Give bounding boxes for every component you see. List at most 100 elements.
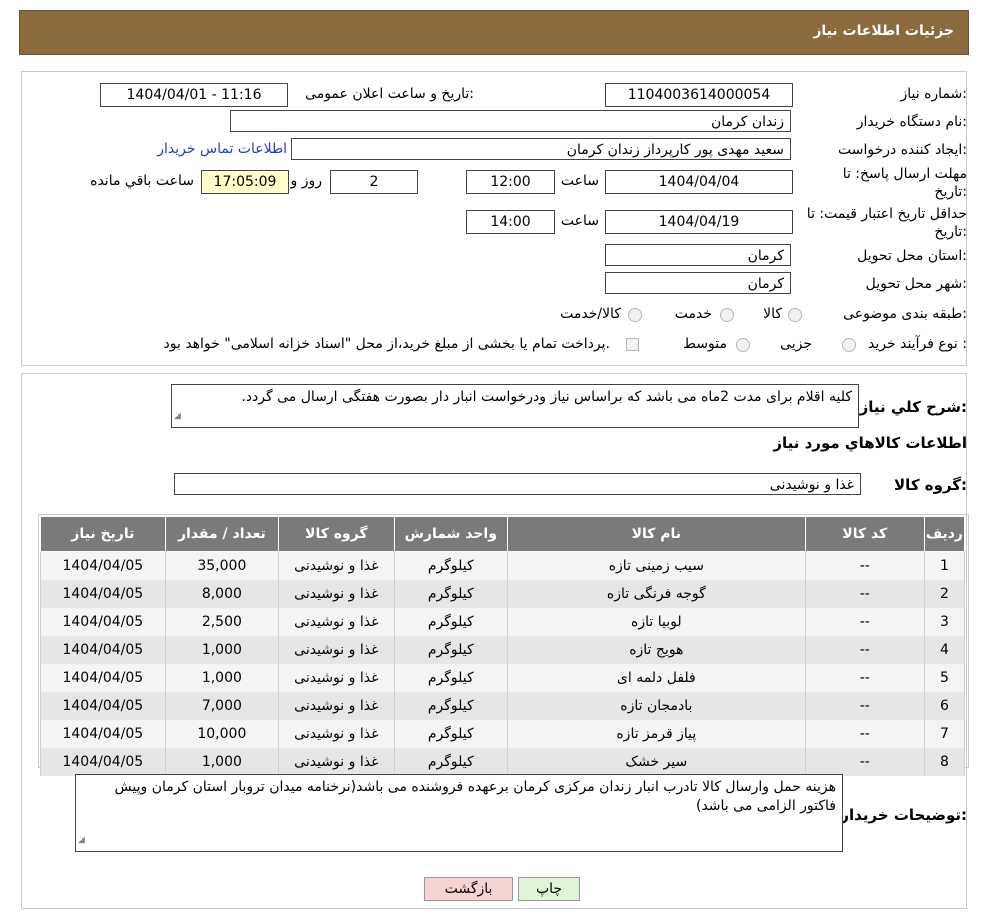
resize-grip-icon[interactable]: ◢	[78, 831, 85, 850]
announce-date-field: 1404/04/01 - 11:16	[100, 83, 288, 107]
item-group: غذا و نوشیدنی	[278, 608, 395, 636]
goods-group-field: غذا و نوشیدنی	[174, 473, 861, 495]
item-need-date: 1404/04/05	[40, 748, 166, 776]
category-goods-radio[interactable]	[788, 308, 802, 322]
item-group: غذا و نوشیدنی	[278, 551, 395, 580]
item-need-date: 1404/04/05	[40, 551, 166, 580]
back-button[interactable]: بازگشت	[424, 877, 513, 901]
item-quantity: 7,000	[164, 692, 280, 720]
buyer-org-field: زندان کرمان	[230, 110, 791, 132]
item-unit: کیلوگرم	[393, 748, 508, 776]
item-code: --	[804, 720, 925, 748]
row-number: 5	[923, 664, 966, 692]
province-field: کرمان	[605, 244, 791, 266]
process-minor-radio[interactable]	[842, 338, 856, 352]
buyer-notes-content: هزینه حمل وارسال کالا تادرب انبار زندان …	[114, 779, 836, 814]
treasury-payment-checkbox[interactable]	[626, 338, 639, 351]
province-label: استان محل تحویل:	[857, 248, 967, 264]
buyer-notes-label: توضیحات خریدار:	[840, 806, 967, 824]
item-unit: کیلوگرم	[393, 636, 508, 664]
price-validity-label: حداقل تاریخ اعتبار قیمت: تا	[806, 206, 967, 222]
days-field: 2	[330, 170, 418, 194]
need-summary-text: کلیه اقلام برای مدت 2ماه می باشد که براس…	[171, 384, 859, 428]
table-row: 6 -- بادمجان تازه کیلوگرم غذا و نوشیدنی …	[40, 692, 966, 720]
table-row: 4 -- هویج تازه کیلوگرم غذا و نوشیدنی 1,0…	[40, 636, 966, 664]
col-header-code: کد کالا	[804, 516, 925, 552]
item-name: سیب زمینی تازه	[506, 551, 806, 580]
item-quantity: 10,000	[164, 720, 280, 748]
item-quantity: 1,000	[164, 664, 280, 692]
items-table: رديف کد کالا نام کالا واحد شمارش گروه کا…	[40, 516, 966, 776]
treasury-payment-note: پرداخت تمام یا بخشی از مبلغ خرید،از محل …	[163, 336, 610, 352]
row-number: 3	[923, 608, 966, 636]
item-name: بادمجان تازه	[506, 692, 806, 720]
item-need-date: 1404/04/05	[40, 692, 166, 720]
item-quantity: 1,000	[164, 748, 280, 776]
resize-grip-icon[interactable]: ◢	[174, 407, 181, 426]
remaining-time-label: ساعت باقي مانده	[90, 173, 194, 189]
item-need-date: 1404/04/05	[40, 580, 166, 608]
validity-time-field: 14:00	[466, 210, 555, 234]
requester-label: ایجاد کننده درخواست:	[838, 142, 967, 158]
city-label: شهر محل تحویل:	[865, 276, 967, 292]
item-code: --	[804, 636, 925, 664]
table-row: 7 -- پیاز قرمز تازه کیلوگرم غذا و نوشیدن…	[40, 720, 966, 748]
item-name: لوبیا تازه	[506, 608, 806, 636]
need-summary-content: کلیه اقلام برای مدت 2ماه می باشد که براس…	[241, 389, 852, 405]
category-service-radio[interactable]	[720, 308, 734, 322]
process-medium-radio[interactable]	[736, 338, 750, 352]
process-type-label: نوع فرآیند خرید :	[868, 336, 967, 352]
process-minor-label: جزیی	[780, 336, 812, 352]
item-name: پیاز قرمز تازه	[506, 720, 806, 748]
item-quantity: 8,000	[164, 580, 280, 608]
item-group: غذا و نوشیدنی	[278, 664, 395, 692]
item-group: غذا و نوشیدنی	[278, 748, 395, 776]
need-number-label: شماره نیاز:	[900, 86, 967, 102]
need-summary-label: شرح کلي نياز:	[859, 398, 967, 416]
reply-date-field: 1404/04/04	[605, 170, 793, 194]
category-label: طبقه بندی موضوعی:	[843, 306, 967, 322]
col-header-need-date: تاریخ نیاز	[40, 516, 166, 552]
item-unit: کیلوگرم	[393, 551, 508, 580]
item-code: --	[804, 551, 925, 580]
item-need-date: 1404/04/05	[40, 608, 166, 636]
table-row: 8 -- سیر خشک کیلوگرم غذا و نوشیدنی 1,000…	[40, 748, 966, 776]
item-name: هویج تازه	[506, 636, 806, 664]
table-row: 1 -- سیب زمینی تازه کیلوگرم غذا و نوشیدن…	[40, 551, 966, 580]
row-number: 2	[923, 580, 966, 608]
table-row: 2 -- گوجه فرنگی تازه کیلوگرم غذا و نوشید…	[40, 580, 966, 608]
item-code: --	[804, 664, 925, 692]
table-header-row: رديف کد کالا نام کالا واحد شمارش گروه کا…	[40, 516, 966, 552]
buyer-contact-link[interactable]: اطلاعات تماس خریدار	[157, 141, 287, 157]
col-header-quantity: تعداد / مقدار	[164, 516, 280, 552]
remaining-time-field: 17:05:09	[201, 170, 289, 194]
category-goods-service-label: کالا/خدمت	[560, 306, 621, 322]
row-number: 1	[923, 551, 966, 580]
item-group: غذا و نوشیدنی	[278, 580, 395, 608]
item-group: غذا و نوشیدنی	[278, 692, 395, 720]
page-header: جزئیات اطلاعات نیاز	[19, 10, 969, 55]
item-quantity: 35,000	[164, 551, 280, 580]
item-code: --	[804, 580, 925, 608]
item-group: غذا و نوشیدنی	[278, 720, 395, 748]
category-goods-service-radio[interactable]	[628, 308, 642, 322]
item-name: سیر خشک	[506, 748, 806, 776]
item-quantity: 1,000	[164, 636, 280, 664]
item-name: گوجه فرنگی تازه	[506, 580, 806, 608]
item-code: --	[804, 608, 925, 636]
need-number-field: 1104003614000054	[605, 83, 793, 107]
item-unit: کیلوگرم	[393, 692, 508, 720]
col-header-row-number: رديف	[923, 516, 966, 552]
row-number: 7	[923, 720, 966, 748]
reply-time-label: ساعت	[560, 173, 599, 189]
print-button[interactable]: چاپ	[518, 877, 580, 901]
item-need-date: 1404/04/05	[40, 636, 166, 664]
item-need-date: 1404/04/05	[40, 664, 166, 692]
item-unit: کیلوگرم	[393, 608, 508, 636]
item-unit: کیلوگرم	[393, 664, 508, 692]
buyer-notes-text: هزینه حمل وارسال کالا تادرب انبار زندان …	[75, 774, 843, 852]
reply-time-field: 12:00	[466, 170, 555, 194]
days-label: روز و	[290, 173, 323, 189]
announce-date-label: تاریخ و ساعت اعلان عمومی:	[305, 86, 474, 102]
table-row: 5 -- فلفل دلمه ای کیلوگرم غذا و نوشیدنی …	[40, 664, 966, 692]
